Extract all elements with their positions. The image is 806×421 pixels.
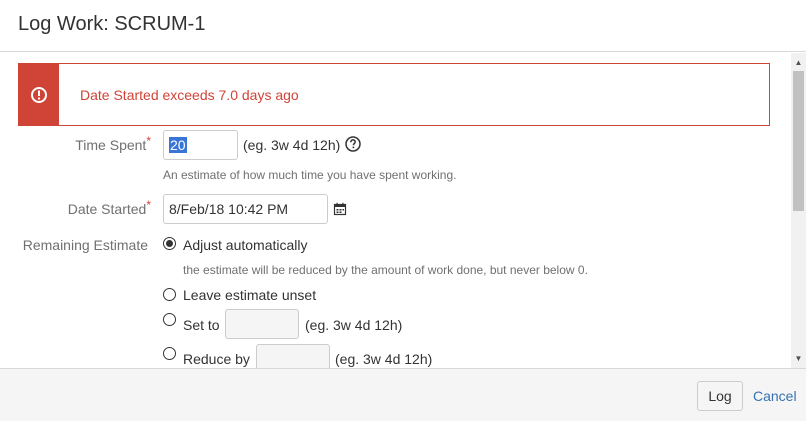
adjust-automatically-radio[interactable] [163, 237, 176, 250]
set-to-label[interactable]: Set to [183, 317, 220, 333]
set-to-radio[interactable] [163, 313, 176, 326]
error-icon [31, 87, 47, 103]
scroll-thumb[interactable] [793, 71, 804, 211]
help-icon[interactable] [345, 136, 361, 152]
adjust-automatically-label[interactable]: Adjust automatically [183, 237, 308, 253]
set-to-input[interactable] [225, 309, 299, 339]
dialog-footer: Log Cancel [0, 368, 806, 421]
dialog-content: Date Started exceeds 7.0 days ago Time S… [0, 53, 791, 368]
time-spent-input[interactable]: 20 [163, 130, 238, 160]
reduce-by-label[interactable]: Reduce by [183, 351, 250, 367]
log-work-dialog: Log Work: SCRUM-1 Date Started exceeds 7… [0, 0, 806, 421]
scroll-up-icon[interactable]: ▲ [791, 55, 806, 70]
date-started-label-text: Date Started [67, 201, 147, 217]
dialog-title: Log Work: SCRUM-1 [18, 13, 206, 35]
error-message-box: Date Started exceeds 7.0 days ago [18, 63, 770, 126]
time-spent-label: Time Spent* [75, 134, 151, 153]
reduce-by-radio[interactable] [163, 347, 176, 360]
required-marker: * [146, 134, 151, 148]
scroll-down-icon[interactable]: ▼ [791, 351, 806, 366]
time-spent-label-text: Time Spent [75, 137, 147, 153]
time-spent-format-hint: (eg. 3w 4d 12h) [243, 137, 341, 153]
calendar-icon[interactable] [333, 202, 347, 216]
adjust-automatically-help-text: the estimate will be reduced by the amou… [183, 263, 588, 277]
leave-estimate-unset-label[interactable]: Leave estimate unset [183, 287, 316, 303]
error-text: Date Started exceeds 7.0 days ago [80, 87, 299, 103]
error-strip [19, 64, 59, 125]
required-marker: * [146, 198, 151, 212]
content-scrollbar[interactable]: ▲ ▼ [791, 53, 806, 368]
date-started-input[interactable]: 8/Feb/18 10:42 PM [163, 194, 328, 224]
time-spent-value: 20 [169, 137, 187, 153]
reduce-by-format-hint: (eg. 3w 4d 12h) [335, 351, 433, 367]
reduce-by-input[interactable] [256, 344, 330, 368]
date-started-label: Date Started* [67, 198, 151, 217]
cancel-link[interactable]: Cancel [753, 388, 797, 404]
set-to-format-hint: (eg. 3w 4d 12h) [305, 317, 403, 333]
leave-estimate-unset-radio[interactable] [163, 288, 176, 301]
time-spent-help-text: An estimate of how much time you have sp… [163, 168, 457, 182]
dialog-header: Log Work: SCRUM-1 [0, 0, 806, 52]
remaining-estimate-label: Remaining Estimate [22, 237, 148, 253]
log-button[interactable]: Log [697, 381, 743, 411]
